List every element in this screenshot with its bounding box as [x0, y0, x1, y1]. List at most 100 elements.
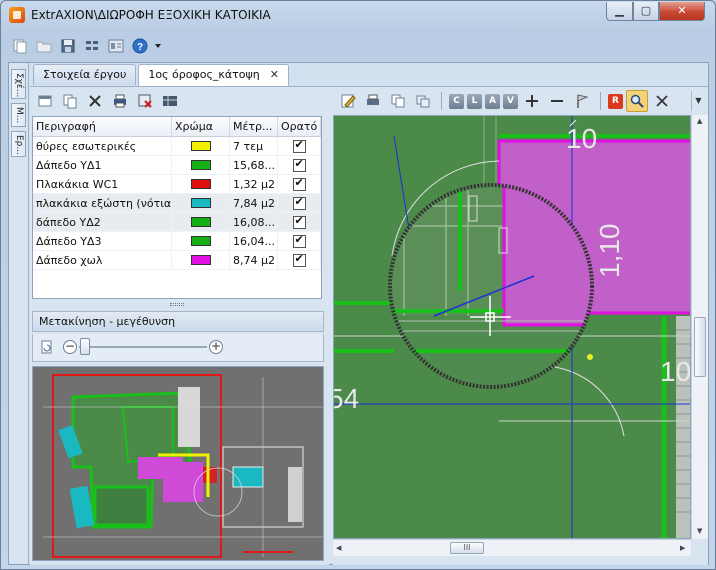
letter-v-button[interactable]: V — [503, 93, 518, 109]
new-layer-icon[interactable] — [34, 90, 56, 112]
layer-color-cell[interactable] — [172, 232, 230, 250]
save-icon[interactable] — [57, 35, 79, 57]
r-button[interactable]: R — [608, 93, 623, 109]
grid-layout-icon[interactable] — [81, 35, 103, 57]
copy-drawing-icon[interactable] — [387, 90, 409, 112]
drawing-canvas[interactable]: 10 1,10 10 54 — [333, 115, 691, 539]
table-row[interactable]: Πλακάκια WC1 1,32 μ2 — [33, 175, 321, 194]
zoom-out-button[interactable]: − — [63, 340, 77, 354]
table-body: θύρες εσωτερικές7 τεμΔάπεδο ΥΔ1 15,68...Π… — [33, 137, 321, 270]
edit-pencil-icon[interactable] — [337, 90, 359, 112]
table-row[interactable]: θύρες εσωτερικές 7 τεμ — [33, 137, 321, 156]
properties-icon[interactable] — [105, 35, 127, 57]
side-tab-m[interactable]: Μ... — [11, 103, 26, 127]
color-swatch[interactable] — [190, 217, 211, 227]
column-header-color[interactable]: Χρώμα — [172, 117, 230, 136]
print-icon[interactable] — [109, 90, 131, 112]
layer-description: Δάπεδο ΥΔ1 — [33, 156, 172, 174]
color-swatch[interactable] — [190, 198, 211, 208]
zoom-slider-thumb[interactable] — [80, 338, 91, 355]
maximize-button[interactable]: ▢ — [633, 2, 659, 21]
side-panel-strip: Σχέ... Μ... Ερ... — [9, 63, 29, 564]
letter-a-button[interactable]: A — [485, 93, 500, 109]
horizontal-scroll-thumb[interactable]: III — [450, 542, 484, 554]
plus-icon[interactable] — [521, 90, 543, 112]
copy-layer-icon[interactable] — [59, 90, 81, 112]
layer-description: Δάπεδο ΥΔ3 — [33, 232, 172, 250]
open-folder-icon[interactable] — [33, 35, 55, 57]
layer-color-cell[interactable] — [172, 194, 230, 212]
layer-color-cell[interactable] — [172, 156, 230, 174]
column-header-measure[interactable]: Μέτρ... — [230, 117, 278, 136]
export-delete-icon[interactable] — [134, 90, 156, 112]
scroll-up-arrow-icon[interactable]: ▲ — [697, 117, 702, 125]
color-swatch[interactable] — [190, 255, 211, 265]
vertical-scrollbar[interactable]: ▲ ▼ — [691, 115, 708, 539]
color-swatch[interactable] — [190, 141, 211, 151]
layer-visible-cell — [278, 232, 321, 250]
zoom-slider-track[interactable] — [79, 346, 207, 348]
scroll-left-arrow-icon[interactable]: ◀ — [336, 544, 341, 552]
layer-visible-cell — [278, 194, 321, 212]
visible-checkbox[interactable] — [292, 233, 306, 248]
table-icon[interactable] — [159, 90, 181, 112]
table-row[interactable]: Δάπεδο ΥΔ3 16,04... — [33, 232, 321, 251]
column-header-visible[interactable]: Ορατό — [278, 117, 321, 136]
layer-measure: 15,68... — [230, 156, 278, 174]
color-swatch[interactable] — [190, 236, 211, 246]
color-swatch[interactable] — [190, 160, 211, 170]
refresh-view-icon[interactable] — [40, 340, 54, 357]
magnifier-icon[interactable] — [626, 90, 648, 112]
table-row[interactable]: Δάπεδο ΥΔ1 15,68... — [33, 156, 321, 175]
layer-color-cell[interactable] — [172, 175, 230, 193]
visible-checkbox[interactable] — [292, 176, 306, 191]
visible-checkbox[interactable] — [292, 214, 306, 229]
minus-icon[interactable] — [546, 90, 568, 112]
dimension-label-top: 10 — [566, 123, 597, 154]
color-swatch[interactable] — [190, 179, 211, 189]
layer-color-cell[interactable] — [172, 213, 230, 231]
side-tab-schematic[interactable]: Σχέ... — [11, 69, 26, 99]
letter-c-button[interactable]: C — [449, 93, 464, 109]
layer-visible-cell — [278, 251, 321, 269]
dimension-label-left: 54 — [334, 383, 359, 414]
layer-measure: 7,84 μ2 — [230, 194, 278, 212]
table-row[interactable]: πλακάκια εξώστη (νότια ... 7,84 μ2 — [33, 194, 321, 213]
drawing-toolbar: C L A V R ▼ — [333, 89, 707, 113]
scroll-down-arrow-icon[interactable]: ▼ — [697, 527, 702, 535]
horizontal-scrollbar[interactable]: ◀ III ▶ — [333, 539, 691, 556]
layer-visible-cell — [278, 137, 321, 155]
flag-icon[interactable] — [571, 90, 593, 112]
close-x-icon[interactable] — [651, 90, 673, 112]
zoom-in-button[interactable]: + — [209, 340, 223, 354]
windows-icon[interactable] — [412, 90, 434, 112]
close-button[interactable]: ✕ — [659, 2, 705, 21]
dropdown-arrow-icon[interactable] — [153, 35, 163, 57]
side-tab-er[interactable]: Ερ... — [11, 131, 26, 157]
vertical-scroll-thumb[interactable] — [694, 317, 706, 377]
tab-project-data[interactable]: Στοιχεία έργου — [33, 64, 137, 85]
panel-splitter[interactable] — [170, 303, 184, 306]
copy-document-icon[interactable] — [9, 35, 31, 57]
tab-floor-plan[interactable]: 1ος όροφος_κάτοψη ✕ — [138, 64, 289, 86]
scroll-right-arrow-icon[interactable]: ▶ — [680, 544, 685, 552]
visible-checkbox[interactable] — [292, 138, 306, 153]
plan-overview-minimap[interactable] — [32, 366, 324, 561]
print-drawing-icon[interactable] — [362, 90, 384, 112]
layer-color-cell[interactable] — [172, 137, 230, 155]
table-row[interactable]: Δάπεδο χωλ 8,74 μ2 — [33, 251, 321, 270]
visible-checkbox[interactable] — [292, 195, 306, 210]
column-header-description[interactable]: Περιγραφή — [33, 117, 172, 136]
layer-visible-cell — [278, 213, 321, 231]
letter-l-button[interactable]: L — [467, 93, 482, 109]
minimize-button[interactable]: ▁ — [606, 2, 633, 21]
toolbar-overflow-icon[interactable]: ▼ — [691, 91, 705, 111]
visible-checkbox[interactable] — [292, 252, 306, 267]
delete-icon[interactable] — [84, 90, 106, 112]
table-row[interactable]: δάπεδο ΥΔ2 16,08... — [33, 213, 321, 232]
help-icon[interactable]: ? — [129, 35, 151, 57]
layer-color-cell[interactable] — [172, 251, 230, 269]
visible-checkbox[interactable] — [292, 157, 306, 172]
tab-label: Στοιχεία έργου — [43, 68, 127, 81]
tab-close-icon[interactable]: ✕ — [270, 68, 279, 81]
